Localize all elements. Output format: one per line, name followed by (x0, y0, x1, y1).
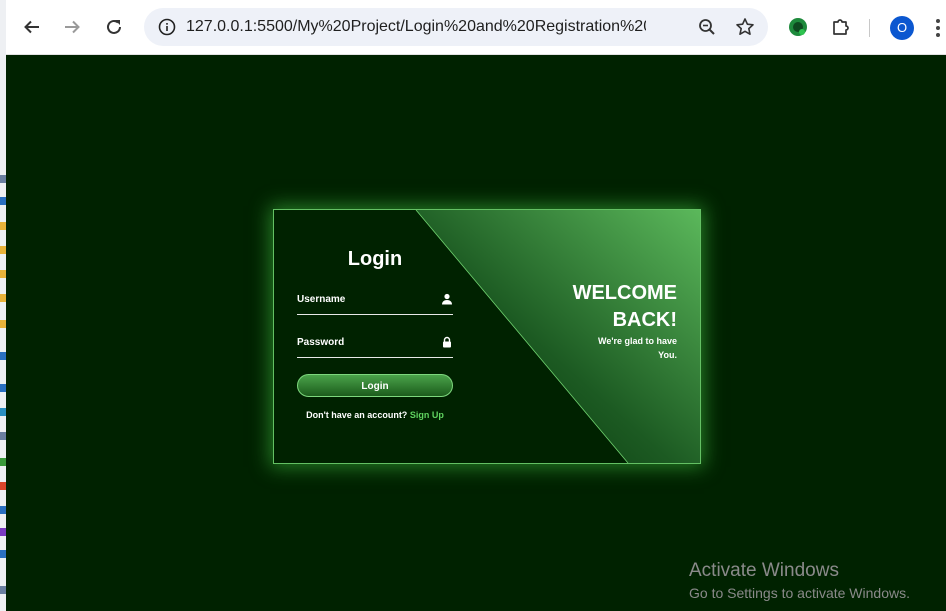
welcome-line-1: WELCOME (572, 282, 677, 304)
profile-avatar[interactable]: O (890, 16, 914, 40)
toolbar-separator (869, 19, 870, 37)
password-field[interactable]: Password (297, 335, 453, 358)
reload-icon[interactable] (98, 10, 130, 44)
address-bar[interactable]: 127.0.0.1:5500/My%20Project/Login%20and%… (144, 8, 768, 46)
signup-prompt-text: Don't have an account? (306, 410, 408, 420)
username-field[interactable]: Username (297, 292, 453, 315)
zoom-icon[interactable] (692, 12, 722, 42)
site-info-icon[interactable] (152, 12, 182, 42)
welcome-line-2: BACK! (612, 309, 677, 331)
forward-icon[interactable] (56, 10, 88, 44)
username-label: Username (297, 294, 346, 305)
welcome-sub-line-2: You. (658, 350, 677, 360)
puzzle-icon[interactable] (824, 11, 856, 43)
welcome-heading: WELCOME BACK! (537, 280, 677, 334)
user-icon (442, 293, 452, 305)
desktop-edge (0, 0, 6, 611)
signup-link[interactable]: Sign Up (410, 410, 444, 420)
lock-icon (443, 336, 451, 348)
bookmark-star-icon[interactable] (730, 12, 760, 42)
extension-icon[interactable] (782, 11, 814, 43)
password-label: Password (297, 337, 345, 348)
activation-watermark-subtitle: Go to Settings to activate Windows. (689, 585, 910, 601)
login-button[interactable]: Login (297, 374, 453, 397)
back-icon[interactable] (16, 10, 48, 44)
welcome-sub-line-1: We're glad to have (598, 336, 677, 346)
browser-toolbar: 127.0.0.1:5500/My%20Project/Login%20and%… (6, 0, 946, 55)
login-title: Login (347, 248, 403, 270)
login-card: Login Username Password Login Don't have… (273, 209, 701, 464)
activation-watermark-title: Activate Windows (689, 560, 839, 581)
welcome-subtext: We're glad to have You. (577, 334, 677, 362)
url-text[interactable]: 127.0.0.1:5500/My%20Project/Login%20and%… (186, 8, 646, 46)
signup-prompt: Don't have an account? Sign Up (274, 410, 476, 420)
menu-icon[interactable] (930, 12, 946, 44)
